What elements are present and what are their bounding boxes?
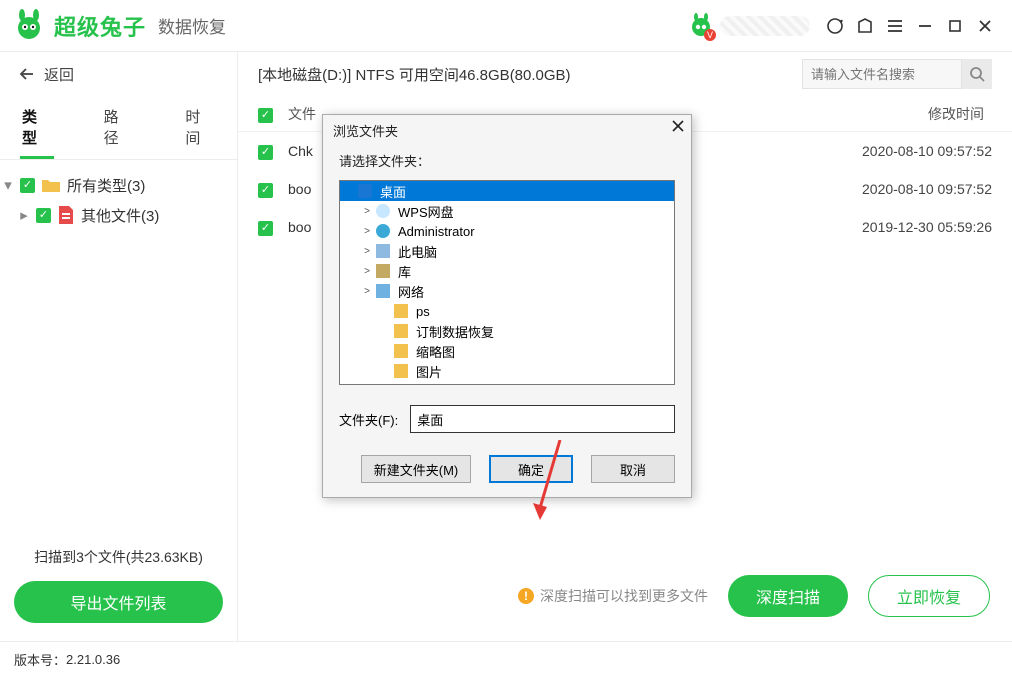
folder-tree-node[interactable]: >Administrator [340, 221, 674, 241]
blur-region [720, 16, 810, 36]
cancel-button[interactable]: 取消 [591, 455, 675, 483]
folder-tree-node[interactable]: >WPS网盘 [340, 201, 674, 221]
export-button[interactable]: 导出文件列表 [14, 581, 223, 623]
folder-label: 文件夹(F): [339, 410, 398, 429]
wps-icon [376, 204, 390, 218]
close-button[interactable] [970, 11, 1000, 41]
app-title-main: 超级兔子 [54, 10, 146, 42]
warning-icon: ! [518, 588, 534, 604]
folder-tree-node[interactable]: 订制数据恢复 [340, 321, 674, 341]
scan-summary: 扫描到3个文件(共23.63KB) [14, 547, 223, 567]
chevron-right-icon: ▸ [18, 206, 30, 224]
back-label: 返回 [44, 64, 74, 85]
tree-node-other-label: 其他文件(3) [81, 205, 159, 226]
folder-icon [394, 324, 408, 338]
folder-input[interactable] [410, 405, 675, 433]
ok-button[interactable]: 确定 [489, 455, 573, 483]
checkbox-row[interactable]: ✓ [258, 183, 273, 198]
folder-tree-node-label: 库 [398, 262, 411, 281]
back-button[interactable]: 返回 [0, 52, 237, 96]
folder-tree-node[interactable]: 桌面 [340, 181, 674, 201]
folder-tree-node-label: 缩略图 [416, 342, 455, 361]
col-mtime: 修改时间 [792, 104, 992, 124]
tab-time[interactable]: 时间 [183, 96, 217, 159]
folder-tree-node-label: ps [416, 304, 430, 319]
search-button[interactable] [962, 59, 992, 89]
dialog-close-button[interactable] [671, 119, 685, 133]
folder-icon [394, 344, 408, 358]
checkbox-row[interactable]: ✓ [258, 221, 273, 236]
folder-tree-node[interactable]: >此电脑 [340, 241, 674, 261]
tab-type[interactable]: 类型 [20, 96, 54, 159]
checkbox-all[interactable]: ✓ [20, 178, 35, 193]
folder-tree-node-label: WPS网盘 [398, 202, 454, 221]
tree-node-all[interactable]: ▾ ✓ 所有类型(3) [0, 170, 237, 200]
net-icon [376, 284, 390, 298]
chevron-down-icon: ▾ [2, 176, 14, 194]
checkbox-other[interactable]: ✓ [36, 208, 51, 223]
browse-folder-dialog: 浏览文件夹 请选择文件夹： 桌面>WPS网盘>Administrator>此电脑… [322, 114, 692, 498]
version-label: 版本号： [14, 650, 66, 669]
disk-info: [本地磁盘(D:)] NTFS 可用空间46.8GB(80.0GB) [258, 64, 571, 85]
folder-tree-node-label: Administrator [398, 224, 475, 239]
deep-scan-button[interactable]: 深度扫描 [728, 575, 848, 617]
sidebar-tabs: 类型 路径 时间 [0, 96, 237, 160]
maximize-button[interactable] [940, 11, 970, 41]
back-arrow-icon [18, 65, 36, 83]
desk-icon [358, 184, 372, 198]
folder-tree[interactable]: 桌面>WPS网盘>Administrator>此电脑>库>网络 ps 订制数据恢复缩… [339, 180, 675, 385]
user-icon [376, 224, 390, 238]
skin-icon[interactable] [850, 11, 880, 41]
pc-icon [376, 244, 390, 258]
tab-path[interactable]: 路径 [102, 96, 136, 159]
folder-tree-node-label: 此电脑 [398, 242, 437, 261]
folder-icon [394, 304, 408, 318]
folder-icon [394, 364, 408, 378]
folder-tree-node[interactable]: 缩略图 [340, 341, 674, 361]
dialog-prompt: 请选择文件夹： [323, 145, 691, 180]
lib-icon [376, 264, 390, 278]
checkbox-header[interactable]: ✓ [258, 108, 273, 123]
menu-icon[interactable] [880, 11, 910, 41]
new-folder-button[interactable]: 新建文件夹(M) [361, 455, 471, 483]
folder-tree-node-label: 订制数据恢复 [416, 322, 494, 341]
folder-tree-node[interactable]: 图片 [340, 361, 674, 381]
folder-tree-node-label: 桌面 [380, 182, 406, 201]
sync-icon[interactable] [820, 11, 850, 41]
folder-tree-node-label: 网络 [398, 282, 424, 301]
checkbox-row[interactable]: ✓ [258, 145, 273, 160]
bunny-small-icon: V [688, 13, 714, 39]
file-red-icon [57, 205, 75, 225]
deep-scan-tip: 深度扫描可以找到更多文件 [540, 586, 708, 606]
app-title-sub: 数据恢复 [158, 13, 226, 38]
folder-yellow-icon [41, 177, 61, 193]
folder-tree-node-label: 图片 [416, 362, 442, 381]
app-logo-icon [12, 9, 46, 43]
tree-node-all-label: 所有类型(3) [67, 175, 145, 196]
tree-node-other[interactable]: ▸ ✓ 其他文件(3) [0, 200, 237, 230]
version-value: 2.21.0.36 [66, 652, 120, 667]
recover-button[interactable]: 立即恢复 [868, 575, 990, 617]
folder-tree-node[interactable]: ps [340, 301, 674, 321]
minimize-button[interactable] [910, 11, 940, 41]
folder-tree-node[interactable]: >网络 [340, 281, 674, 301]
folder-tree-node[interactable]: >库 [340, 261, 674, 281]
search-input[interactable] [802, 59, 962, 89]
dialog-title: 浏览文件夹 [323, 115, 691, 145]
